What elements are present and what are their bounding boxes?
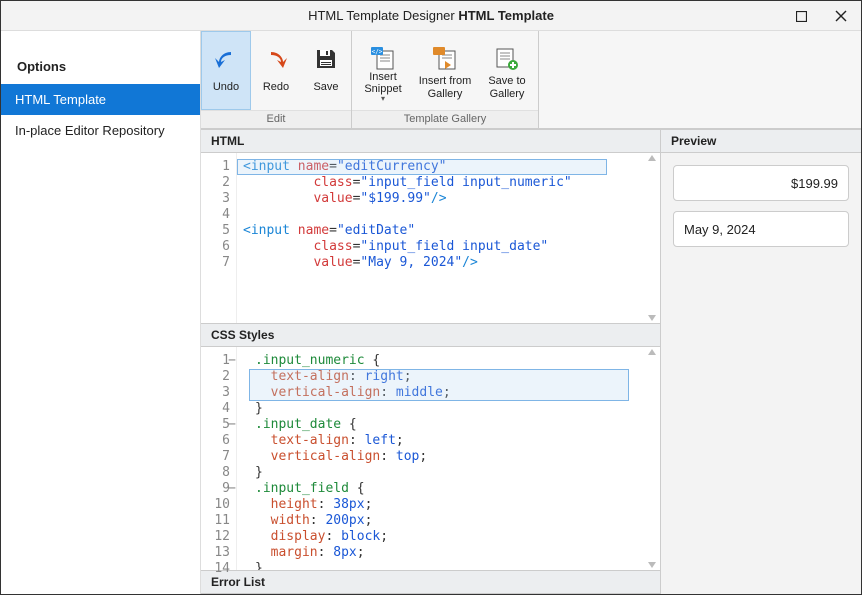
undo-icon [212,45,240,73]
maximize-button[interactable] [781,1,821,31]
preview-body: $199.99 May 9, 2024 [661,153,861,594]
ribbon-group-edit: Undo Redo Save [201,31,352,128]
main-area: Options HTML Template In-place Editor Re… [1,31,861,594]
window-title: HTML Template Designer HTML Template [308,8,554,23]
sidebar-item-html-template[interactable]: HTML Template [1,84,200,115]
html-code-body[interactable]: <input name="editCurrency" class="input_… [237,153,660,323]
html-editor[interactable]: 1234567 <input name="editCurrency" class… [201,153,660,323]
save-to-gallery-icon [493,45,521,73]
window-controls [781,1,861,31]
preview-date-value: May 9, 2024 [684,222,756,237]
css-code-body[interactable]: .input_numeric { text-align: right; vert… [237,347,660,570]
title-prefix: HTML Template Designer [308,8,458,23]
sidebar: Options HTML Template In-place Editor Re… [1,31,201,594]
redo-button[interactable]: Redo [251,31,301,110]
css-fold-gutter[interactable]: −−− [227,353,237,577]
preview-panel: Preview $199.99 May 9, 2024 [661,129,861,594]
ribbon-group-gallery-label: Template Gallery [352,110,538,128]
scroll-down-icon[interactable] [648,315,658,321]
close-icon [835,10,847,22]
chevron-down-icon: ▾ [381,95,385,104]
css-editor[interactable]: 1234567891011121314 −−− .input_numeric {… [201,347,660,570]
ribbon-toolbar: Undo Redo Save [201,31,861,129]
scroll-down-icon[interactable] [648,562,658,568]
sidebar-heading: Options [1,51,200,84]
svg-text:</>: </> [372,48,383,55]
sidebar-item-label: HTML Template [15,92,106,107]
close-button[interactable] [821,1,861,31]
insert-from-gallery-icon [431,45,459,73]
html-line-gutter: 1234567 [201,153,237,323]
error-list-panel-header: Error List [201,570,660,594]
save-button[interactable]: Save [301,31,351,110]
insert-snippet-button[interactable]: </> Insert Snippet ▾ [352,31,414,110]
title-bold: HTML Template [458,8,554,23]
html-panel-header: HTML [201,129,660,153]
sidebar-item-inplace-editor-repository[interactable]: In-place Editor Repository [1,115,200,146]
work-area: HTML 1234567 <input name="editCurrency" … [201,129,861,594]
ribbon-group-edit-label: Edit [201,110,351,128]
scroll-up-icon[interactable] [648,349,658,355]
app-window: HTML Template Designer HTML Template Opt… [0,0,862,595]
preview-date-field[interactable]: May 9, 2024 [673,211,849,247]
preview-panel-header: Preview [661,129,861,153]
maximize-icon [796,11,807,22]
title-bar: HTML Template Designer HTML Template [1,1,861,31]
ribbon-group-template-gallery: </> Insert Snippet ▾ Insert from Gallery [352,31,539,128]
editors-column: HTML 1234567 <input name="editCurrency" … [201,129,661,594]
sidebar-item-label: In-place Editor Repository [15,123,165,138]
save-to-gallery-button[interactable]: Save to Gallery [476,31,538,110]
insert-snippet-icon: </> [369,45,397,73]
content-area: Undo Redo Save [201,31,861,594]
undo-button[interactable]: Undo [201,31,251,110]
insert-from-gallery-button[interactable]: Insert from Gallery [414,31,476,110]
preview-currency-field[interactable]: $199.99 [673,165,849,201]
save-icon [312,45,340,73]
css-panel-header: CSS Styles [201,323,660,347]
redo-icon [262,45,290,73]
scroll-up-icon[interactable] [648,155,658,161]
preview-currency-value: $199.99 [791,176,838,191]
